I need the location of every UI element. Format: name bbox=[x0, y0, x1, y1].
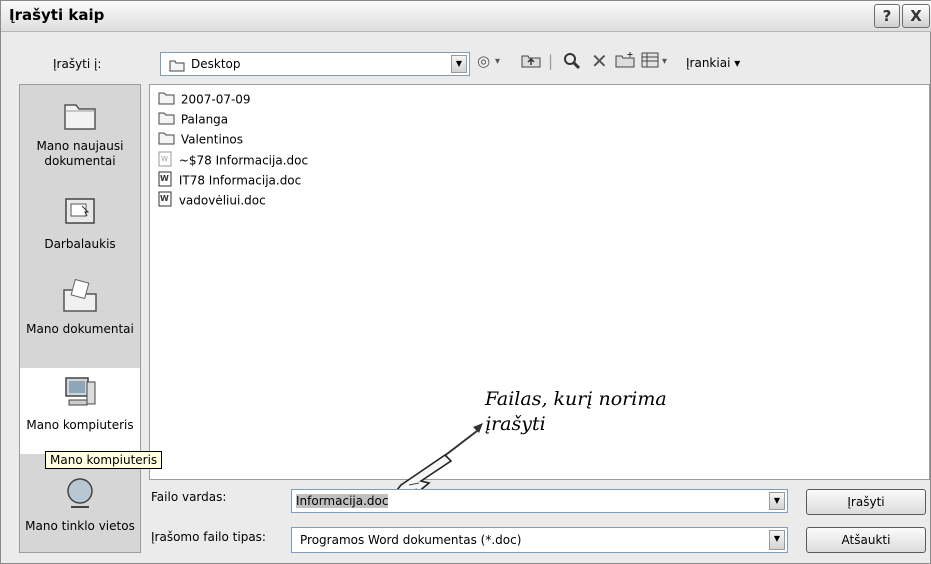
svg-text:W: W bbox=[161, 155, 168, 163]
word-document-icon: W bbox=[158, 191, 173, 210]
list-item[interactable]: 2007-07-09 bbox=[158, 91, 251, 109]
recent-documents-icon bbox=[20, 97, 140, 135]
list-item[interactable]: Palanga bbox=[158, 111, 228, 129]
svg-text:W: W bbox=[160, 174, 169, 183]
save-in-label: Įrašyti į: bbox=[53, 57, 102, 71]
pointing-hand-icon bbox=[391, 423, 483, 496]
back-dropdown-icon[interactable]: ▾ bbox=[495, 56, 500, 67]
delete-icon[interactable]: ✕ bbox=[591, 49, 608, 73]
tooltip: Mano kompiuteris bbox=[45, 451, 163, 469]
chevron-down-icon[interactable]: ▼ bbox=[769, 530, 785, 550]
tools-menu[interactable]: Įrankiai ▾ bbox=[686, 56, 740, 70]
place-my-computer[interactable]: Mano kompiuteris bbox=[20, 368, 140, 454]
folder-icon bbox=[158, 111, 175, 128]
network-places-icon bbox=[20, 477, 140, 515]
place-label: Darbalaukis bbox=[44, 237, 116, 251]
filetype-value: Programos Word dokumentas (*.doc) bbox=[300, 533, 522, 547]
annotation-callout: Failas, kurį norima įrašyti bbox=[485, 387, 667, 437]
chevron-down-icon[interactable]: ▼ bbox=[451, 55, 467, 73]
filetype-label: Įrašomo failo tipas: bbox=[151, 530, 266, 544]
place-label: Mano dokumentai bbox=[26, 322, 134, 336]
word-document-temp-icon: W bbox=[158, 151, 173, 170]
annotation-line: Failas, kurį norima bbox=[485, 388, 667, 410]
my-documents-icon bbox=[20, 278, 140, 318]
desktop-icon bbox=[20, 195, 140, 233]
new-folder-icon[interactable] bbox=[615, 52, 635, 72]
place-desktop[interactable]: Darbalaukis bbox=[20, 195, 140, 252]
location-combo[interactable]: Desktop ▼ bbox=[160, 52, 470, 76]
separator: | bbox=[548, 52, 554, 70]
up-folder-icon[interactable] bbox=[521, 52, 541, 72]
file-name: 2007-07-09 bbox=[180, 92, 251, 107]
file-name: Palanga bbox=[180, 112, 229, 127]
filename-label: Failo vardas: bbox=[151, 490, 227, 504]
file-name: IT78 Informacija.doc bbox=[178, 173, 302, 188]
views-icon[interactable] bbox=[641, 52, 659, 72]
place-label: Mano kompiuteris bbox=[26, 418, 134, 432]
word-document-icon: W bbox=[158, 171, 173, 190]
svg-text:W: W bbox=[160, 194, 169, 203]
file-name: ~$78 Informacija.doc bbox=[178, 153, 309, 168]
place-recent-documents[interactable]: Mano naujausi dokumentai bbox=[20, 97, 140, 169]
save-button[interactable]: Įrašyti bbox=[806, 489, 926, 515]
close-button[interactable]: X bbox=[902, 4, 930, 28]
list-item[interactable]: W ~$78 Informacija.doc bbox=[158, 151, 308, 169]
my-computer-icon bbox=[20, 374, 140, 414]
file-name: vadovėliui.doc bbox=[178, 193, 266, 208]
folder-icon bbox=[158, 131, 175, 148]
place-label: Mano naujausi dokumentai bbox=[36, 139, 124, 168]
file-name: Valentinos bbox=[180, 132, 244, 147]
filename-input[interactable]: Informacija.doc bbox=[296, 494, 389, 508]
cancel-button[interactable]: Atšaukti bbox=[806, 527, 926, 553]
list-item[interactable]: W vadovėliui.doc bbox=[158, 191, 266, 209]
help-button[interactable]: ? bbox=[874, 4, 900, 28]
title-bar: Įrašyti kaip ? X bbox=[1, 1, 931, 32]
back-icon[interactable]: ◎ bbox=[477, 52, 490, 70]
views-dropdown-icon[interactable]: ▾ bbox=[662, 56, 667, 67]
place-my-documents[interactable]: Mano dokumentai bbox=[20, 278, 140, 337]
chevron-down-icon[interactable]: ▼ bbox=[769, 492, 785, 510]
list-item[interactable]: Valentinos bbox=[158, 131, 243, 149]
window-title: Įrašyti kaip bbox=[9, 6, 105, 24]
folder-icon bbox=[169, 59, 185, 75]
search-web-icon[interactable] bbox=[563, 52, 581, 74]
folder-icon bbox=[158, 91, 175, 108]
location-value: Desktop bbox=[191, 57, 241, 71]
list-item[interactable]: W IT78 Informacija.doc bbox=[158, 171, 301, 189]
place-label: Mano tinklo vietos bbox=[25, 519, 135, 533]
place-network-places[interactable]: Mano tinklo vietos bbox=[20, 477, 140, 534]
annotation-line: įrašyti bbox=[485, 413, 546, 435]
save-as-dialog: Įrašyti kaip ? X Įrašyti į: Desktop ▼ ◎ … bbox=[0, 0, 931, 564]
places-bar: Mano naujausi dokumentai Darbalaukis Man… bbox=[19, 84, 141, 553]
filetype-combo[interactable]: Programos Word dokumentas (*.doc) ▼ bbox=[291, 527, 788, 553]
filename-combo[interactable]: Informacija.doc ▼ bbox=[291, 489, 788, 513]
